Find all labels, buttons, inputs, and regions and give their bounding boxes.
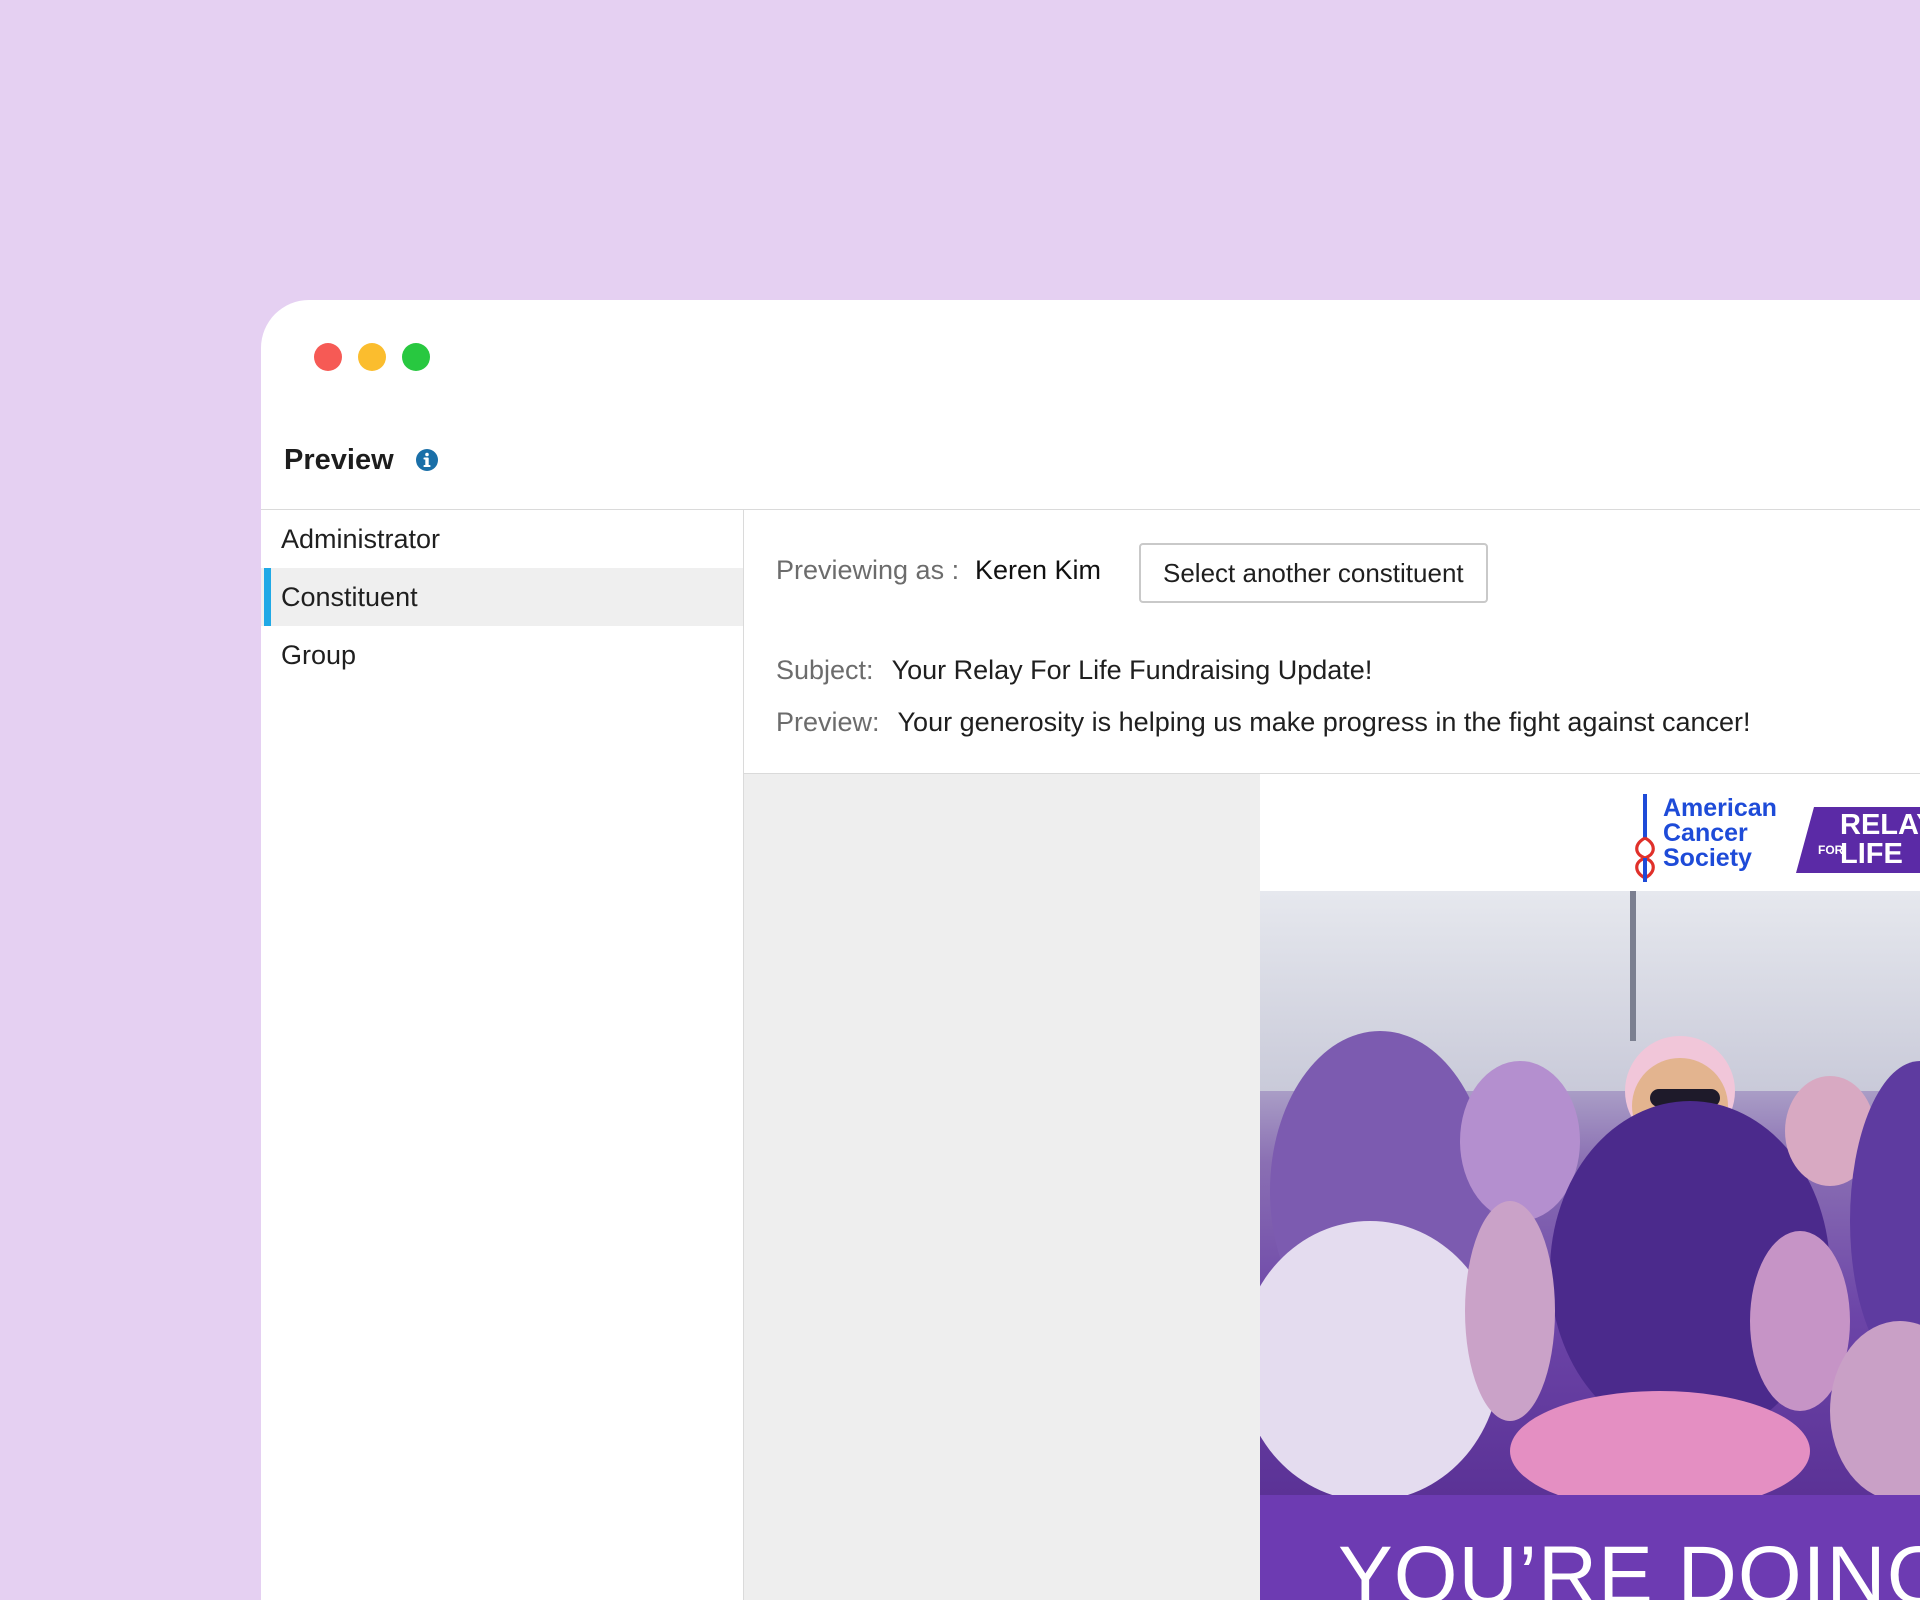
window-controls xyxy=(314,343,430,371)
torch-icon xyxy=(1635,794,1655,882)
subject-row: Subject: Your Relay For Life Fundraising … xyxy=(776,650,1372,690)
sidebar-item-label: Constituent xyxy=(281,582,418,612)
app-window: Preview Administrator Constituent Group … xyxy=(261,300,1920,1600)
sidebar-item-group[interactable]: Group xyxy=(261,626,743,684)
sidebar-item-constituent[interactable]: Constituent xyxy=(261,568,743,626)
relay-life-text: LIFE xyxy=(1840,838,1903,870)
relay-for-life-logo: RELAY FOR LIFE xyxy=(1796,807,1920,873)
minimize-window-button[interactable] xyxy=(358,343,386,371)
preview-value: Your generosity is helping us make progr… xyxy=(897,707,1751,737)
email-headline: YOU’RE DOING xyxy=(1338,1530,1920,1600)
preview-main: Previewing as : Keren Kim Select another… xyxy=(744,510,1920,1600)
preview-text-row: Preview: Your generosity is helping us ma… xyxy=(776,702,1751,742)
sidebar-item-administrator[interactable]: Administrator xyxy=(261,510,743,568)
zoom-window-button[interactable] xyxy=(402,343,430,371)
email-logo-bar: American Cancer Society RELAY FOR LIFE xyxy=(1260,774,1920,891)
subject-value: Your Relay For Life Fundraising Update! xyxy=(891,655,1373,685)
email-headline-banner: YOU’RE DOING xyxy=(1260,1495,1920,1600)
preview-header: Preview xyxy=(261,440,1920,510)
previewing-as-label: Previewing as : xyxy=(776,555,960,585)
acs-wordmark: American Cancer Society xyxy=(1663,796,1777,871)
email-meta-panel: Previewing as : Keren Kim Select another… xyxy=(744,510,1920,774)
page-title: Preview xyxy=(284,444,394,476)
acs-line-1: American xyxy=(1663,794,1777,822)
sidebar-item-label: Administrator xyxy=(281,524,441,554)
recipient-type-sidebar: Administrator Constituent Group xyxy=(261,510,744,1600)
crowd-photo-illustration xyxy=(1260,891,1920,1495)
previewing-as-name: Keren Kim xyxy=(975,555,1102,585)
american-cancer-society-logo: American Cancer Society xyxy=(1630,792,1800,882)
subject-label: Subject: xyxy=(776,655,874,685)
relay-top-text: RELAY xyxy=(1840,809,1920,841)
preview-label: Preview: xyxy=(776,707,880,737)
info-icon[interactable] xyxy=(415,448,439,472)
email-canvas[interactable]: American Cancer Society RELAY FOR LIFE xyxy=(744,774,1920,1600)
acs-line-3: Society xyxy=(1663,844,1752,872)
hero-photo xyxy=(1260,891,1920,1495)
select-another-constituent-button[interactable]: Select another constituent xyxy=(1139,543,1488,603)
acs-line-2: Cancer xyxy=(1663,819,1748,847)
sidebar-item-label: Group xyxy=(281,640,357,670)
email-body: American Cancer Society RELAY FOR LIFE xyxy=(1260,774,1920,1600)
close-window-button[interactable] xyxy=(314,343,342,371)
